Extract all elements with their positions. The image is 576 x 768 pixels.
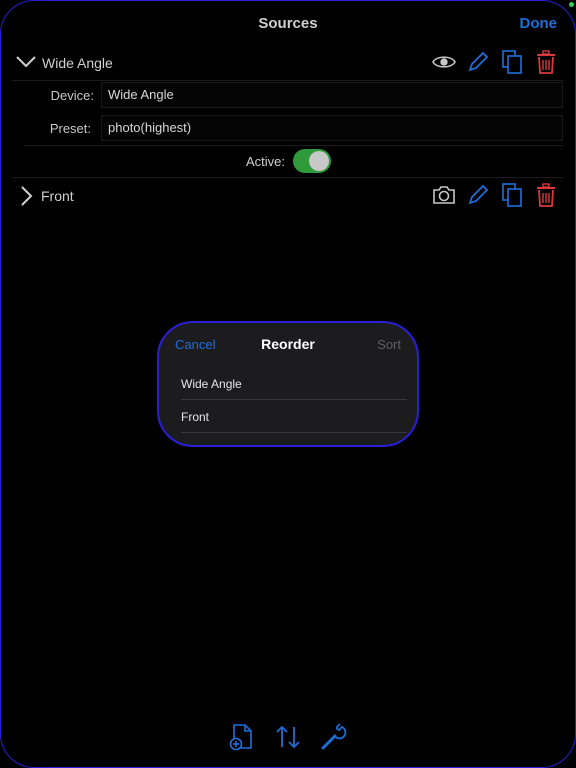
chevron-down-icon[interactable] (15, 55, 37, 69)
eye-icon[interactable] (432, 49, 456, 75)
active-toggle[interactable] (293, 149, 331, 173)
add-document-icon[interactable] (228, 722, 256, 752)
source-actions (432, 182, 558, 208)
done-button[interactable]: Done (520, 15, 558, 32)
divider (181, 432, 407, 433)
camera-indicator (569, 2, 574, 7)
list-item[interactable]: Wide Angle (181, 377, 407, 391)
divider (12, 80, 564, 81)
divider (12, 177, 564, 178)
sort-button[interactable]: Sort (377, 337, 401, 352)
reorder-dialog: Cancel Reorder Sort Wide Angle Front (157, 321, 419, 447)
device-field[interactable]: Wide Angle (101, 82, 563, 108)
bottom-toolbar (0, 722, 576, 754)
copy-icon[interactable] (500, 182, 524, 208)
trash-icon[interactable] (534, 182, 558, 208)
camera-icon[interactable] (432, 182, 456, 208)
divider (24, 145, 564, 146)
reorder-icon[interactable] (274, 722, 302, 752)
pencil-icon[interactable] (466, 182, 490, 208)
preset-field[interactable]: photo(highest) (101, 115, 563, 141)
chevron-right-icon[interactable] (20, 185, 34, 207)
page-title: Sources (258, 15, 318, 32)
source-actions (432, 49, 558, 75)
divider (181, 399, 407, 400)
preset-label: Preset: (49, 121, 91, 136)
source-name: Wide Angle (42, 55, 113, 71)
pencil-icon[interactable] (466, 49, 490, 75)
device-label: Device: (50, 88, 94, 103)
trash-icon[interactable] (534, 49, 558, 75)
source-name: Front (41, 188, 74, 204)
copy-icon[interactable] (500, 49, 524, 75)
wrench-icon[interactable] (320, 722, 348, 752)
list-item[interactable]: Front (181, 410, 407, 424)
toggle-knob (309, 151, 329, 171)
active-label: Active: (246, 154, 286, 169)
